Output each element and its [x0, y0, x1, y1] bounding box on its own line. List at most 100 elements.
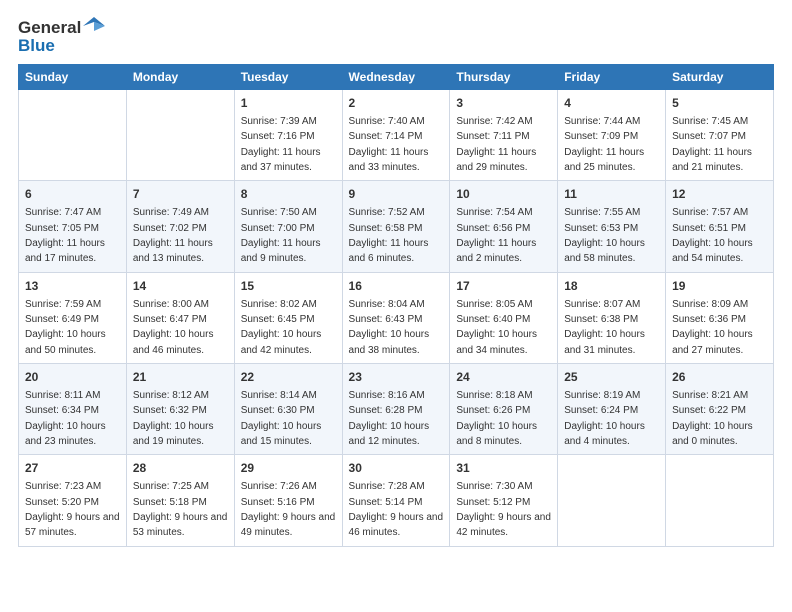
calendar-cell: 5 Sunrise: 7:45 AM Sunset: 7:07 PM Daylig… [666, 90, 774, 181]
calendar-cell: 8 Sunrise: 7:50 AM Sunset: 7:00 PM Daylig… [234, 181, 342, 272]
logo: General Blue [18, 18, 105, 56]
weekday-header-wednesday: Wednesday [342, 65, 450, 90]
day-number: 18 [564, 278, 659, 295]
day-number: 13 [25, 278, 120, 295]
day-info: Sunrise: 7:39 AM Sunset: 7:16 PM Dayligh… [241, 116, 321, 173]
day-info: Sunrise: 7:59 AM Sunset: 6:49 PM Dayligh… [25, 299, 106, 356]
week-row-3: 13 Sunrise: 7:59 AM Sunset: 6:49 PM Dayli… [19, 272, 774, 363]
calendar-cell: 21 Sunrise: 8:12 AM Sunset: 6:32 PM Dayli… [126, 364, 234, 455]
calendar-cell: 1 Sunrise: 7:39 AM Sunset: 7:16 PM Daylig… [234, 90, 342, 181]
day-info: Sunrise: 7:50 AM Sunset: 7:00 PM Dayligh… [241, 207, 321, 264]
calendar-cell: 7 Sunrise: 7:49 AM Sunset: 7:02 PM Daylig… [126, 181, 234, 272]
calendar-cell: 12 Sunrise: 7:57 AM Sunset: 6:51 PM Dayli… [666, 181, 774, 272]
day-number: 28 [133, 460, 228, 477]
day-info: Sunrise: 8:04 AM Sunset: 6:43 PM Dayligh… [349, 299, 430, 356]
day-number: 6 [25, 186, 120, 203]
logo-graphic: General Blue [18, 18, 105, 56]
calendar-table: SundayMondayTuesdayWednesdayThursdayFrid… [18, 64, 774, 547]
day-number: 29 [241, 460, 336, 477]
weekday-header-sunday: Sunday [19, 65, 127, 90]
day-info: Sunrise: 7:47 AM Sunset: 7:05 PM Dayligh… [25, 207, 105, 264]
calendar-cell: 9 Sunrise: 7:52 AM Sunset: 6:58 PM Daylig… [342, 181, 450, 272]
calendar-cell: 3 Sunrise: 7:42 AM Sunset: 7:11 PM Daylig… [450, 90, 558, 181]
day-info: Sunrise: 8:16 AM Sunset: 6:28 PM Dayligh… [349, 390, 430, 447]
day-number: 24 [456, 369, 551, 386]
day-number: 3 [456, 95, 551, 112]
day-number: 17 [456, 278, 551, 295]
day-info: Sunrise: 8:00 AM Sunset: 6:47 PM Dayligh… [133, 299, 214, 356]
day-number: 8 [241, 186, 336, 203]
calendar-cell: 6 Sunrise: 7:47 AM Sunset: 7:05 PM Daylig… [19, 181, 127, 272]
calendar-cell: 20 Sunrise: 8:11 AM Sunset: 6:34 PM Dayli… [19, 364, 127, 455]
day-number: 23 [349, 369, 444, 386]
day-info: Sunrise: 7:45 AM Sunset: 7:07 PM Dayligh… [672, 116, 752, 173]
day-number: 4 [564, 95, 659, 112]
calendar-cell [558, 455, 666, 546]
calendar-cell: 30Sunrise: 7:28 AM Sunset: 5:14 PM Dayli… [342, 455, 450, 546]
day-number: 5 [672, 95, 767, 112]
calendar-cell: 14 Sunrise: 8:00 AM Sunset: 6:47 PM Dayli… [126, 272, 234, 363]
day-info: Sunrise: 8:21 AM Sunset: 6:22 PM Dayligh… [672, 390, 753, 447]
day-number: 16 [349, 278, 444, 295]
day-number: 1 [241, 95, 336, 112]
day-info: Sunrise: 8:09 AM Sunset: 6:36 PM Dayligh… [672, 299, 753, 356]
calendar-cell: 23 Sunrise: 8:16 AM Sunset: 6:28 PM Dayli… [342, 364, 450, 455]
page: General Blue SundayMondayTuesdayWednesda… [0, 0, 792, 557]
week-row-4: 20 Sunrise: 8:11 AM Sunset: 6:34 PM Dayli… [19, 364, 774, 455]
day-number: 20 [25, 369, 120, 386]
day-info: Sunrise: 7:54 AM Sunset: 6:56 PM Dayligh… [456, 207, 536, 264]
day-number: 27 [25, 460, 120, 477]
calendar-cell: 28Sunrise: 7:25 AM Sunset: 5:18 PM Dayli… [126, 455, 234, 546]
day-number: 7 [133, 186, 228, 203]
day-info: Sunrise: 8:07 AM Sunset: 6:38 PM Dayligh… [564, 299, 645, 356]
calendar-cell: 31Sunrise: 7:30 AM Sunset: 5:12 PM Dayli… [450, 455, 558, 546]
day-info: Sunrise: 8:19 AM Sunset: 6:24 PM Dayligh… [564, 390, 645, 447]
day-number: 26 [672, 369, 767, 386]
calendar-cell: 10 Sunrise: 7:54 AM Sunset: 6:56 PM Dayli… [450, 181, 558, 272]
day-info: Sunrise: 7:44 AM Sunset: 7:09 PM Dayligh… [564, 116, 644, 173]
logo-line1: General [18, 18, 81, 38]
calendar-cell: 4 Sunrise: 7:44 AM Sunset: 7:09 PM Daylig… [558, 90, 666, 181]
day-number: 21 [133, 369, 228, 386]
logo-bird-icon [83, 17, 105, 35]
calendar-cell: 2 Sunrise: 7:40 AM Sunset: 7:14 PM Daylig… [342, 90, 450, 181]
day-info: Sunrise: 7:40 AM Sunset: 7:14 PM Dayligh… [349, 116, 429, 173]
day-info: Sunrise: 8:05 AM Sunset: 6:40 PM Dayligh… [456, 299, 537, 356]
calendar-cell: 24 Sunrise: 8:18 AM Sunset: 6:26 PM Dayli… [450, 364, 558, 455]
day-info: Sunrise: 8:12 AM Sunset: 6:32 PM Dayligh… [133, 390, 214, 447]
day-number: 9 [349, 186, 444, 203]
day-number: 10 [456, 186, 551, 203]
day-info: Sunrise: 7:26 AM Sunset: 5:16 PM Dayligh… [241, 481, 336, 538]
day-info: Sunrise: 7:55 AM Sunset: 6:53 PM Dayligh… [564, 207, 645, 264]
day-info: Sunrise: 8:11 AM Sunset: 6:34 PM Dayligh… [25, 390, 106, 447]
calendar-cell: 11 Sunrise: 7:55 AM Sunset: 6:53 PM Dayli… [558, 181, 666, 272]
calendar-cell: 19 Sunrise: 8:09 AM Sunset: 6:36 PM Dayli… [666, 272, 774, 363]
day-number: 12 [672, 186, 767, 203]
day-number: 14 [133, 278, 228, 295]
calendar-cell: 25 Sunrise: 8:19 AM Sunset: 6:24 PM Dayli… [558, 364, 666, 455]
day-number: 11 [564, 186, 659, 203]
day-info: Sunrise: 8:18 AM Sunset: 6:26 PM Dayligh… [456, 390, 537, 447]
calendar-cell: 27Sunrise: 7:23 AM Sunset: 5:20 PM Dayli… [19, 455, 127, 546]
logo-line2: Blue [18, 36, 55, 56]
calendar-cell: 15Sunrise: 8:02 AM Sunset: 6:45 PM Dayli… [234, 272, 342, 363]
week-row-1: 1 Sunrise: 7:39 AM Sunset: 7:16 PM Daylig… [19, 90, 774, 181]
day-number: 2 [349, 95, 444, 112]
day-info: Sunrise: 7:49 AM Sunset: 7:02 PM Dayligh… [133, 207, 213, 264]
calendar-cell: 26 Sunrise: 8:21 AM Sunset: 6:22 PM Dayli… [666, 364, 774, 455]
calendar-cell: 13 Sunrise: 7:59 AM Sunset: 6:49 PM Dayli… [19, 272, 127, 363]
day-info: Sunrise: 7:28 AM Sunset: 5:14 PM Dayligh… [349, 481, 444, 538]
calendar-cell: 22Sunrise: 8:14 AM Sunset: 6:30 PM Dayli… [234, 364, 342, 455]
day-number: 19 [672, 278, 767, 295]
calendar-cell [126, 90, 234, 181]
day-info: Sunrise: 7:57 AM Sunset: 6:51 PM Dayligh… [672, 207, 753, 264]
day-info: Sunrise: 7:42 AM Sunset: 7:11 PM Dayligh… [456, 116, 536, 173]
calendar-cell: 29 Sunrise: 7:26 AM Sunset: 5:16 PM Dayli… [234, 455, 342, 546]
day-number: 25 [564, 369, 659, 386]
calendar-cell: 16 Sunrise: 8:04 AM Sunset: 6:43 PM Dayli… [342, 272, 450, 363]
day-info: Sunrise: 8:02 AM Sunset: 6:45 PM Dayligh… [241, 299, 322, 356]
day-number: 22 [241, 369, 336, 386]
day-info: Sunrise: 7:52 AM Sunset: 6:58 PM Dayligh… [349, 207, 429, 264]
day-number: 31 [456, 460, 551, 477]
week-row-5: 27Sunrise: 7:23 AM Sunset: 5:20 PM Dayli… [19, 455, 774, 546]
